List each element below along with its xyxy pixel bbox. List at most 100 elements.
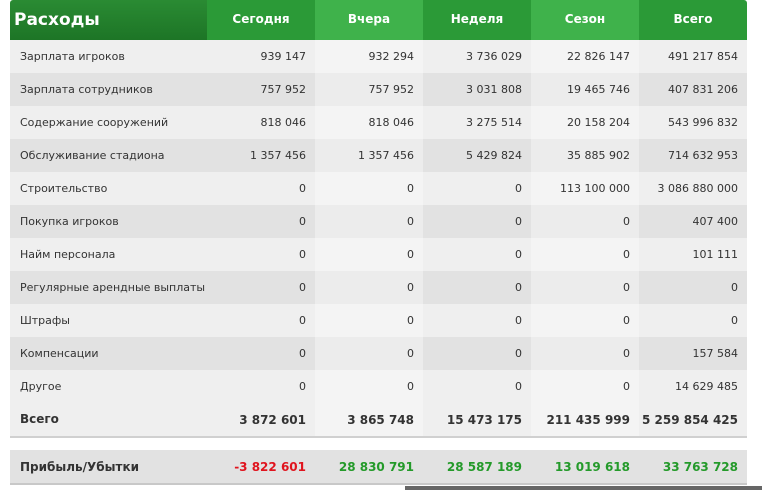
table-cell: 0 — [515, 182, 522, 195]
total-cell: 3 872 601 — [239, 412, 306, 427]
row-label: Регулярные арендные выплаты — [20, 281, 206, 294]
profit-loss-cell: 28 587 189 — [446, 459, 522, 474]
table-cell: 0 — [531, 271, 639, 304]
table-cell: 3 275 514 — [466, 116, 522, 129]
table-row: Компенсации 0 0 0 0 157 584 — [10, 337, 747, 370]
table-cell: 0 — [299, 215, 306, 228]
column-header-yesterday: Вчера — [315, 0, 423, 40]
table-row: Найм персонала 0 0 0 0 101 111 — [10, 238, 747, 271]
table-cell: 0 — [731, 281, 738, 294]
table-cell: 0 — [515, 380, 522, 393]
table-cell: 0 — [531, 370, 639, 403]
table-cell: 3 736 029 — [466, 50, 522, 63]
table-cell: 0 — [531, 205, 639, 238]
table-cell: 1 357 456 — [315, 139, 423, 172]
table-cell: 407 831 206 — [668, 83, 738, 96]
row-label: Содержание сооружений — [20, 116, 169, 129]
table-cell: 19 465 746 — [531, 73, 639, 106]
column-header-today: Сегодня — [207, 0, 315, 40]
total-cell: 5 259 854 425 — [641, 412, 738, 427]
table-cell: 0 — [531, 238, 639, 271]
table-title: Расходы — [10, 0, 207, 40]
column-header-season: Сезон — [531, 0, 639, 40]
total-row-label: Всего — [20, 412, 59, 426]
table-cell: 5 429 824 — [466, 149, 522, 162]
table-cell: 818 046 — [315, 106, 423, 139]
table-cell: 0 — [315, 238, 423, 271]
table-cell: 0 — [315, 370, 423, 403]
row-label: Другое — [20, 380, 62, 393]
table-cell: 3 031 808 — [466, 83, 522, 96]
table-row: Покупка игроков 0 0 0 0 407 400 — [10, 205, 747, 238]
row-label: Компенсации — [20, 347, 99, 360]
table-cell: 818 046 — [260, 116, 307, 129]
table-row: Другое 0 0 0 0 14 629 485 — [10, 370, 747, 403]
table-cell: 0 — [515, 347, 522, 360]
table-cell: 0 — [315, 337, 423, 370]
table-cell: 939 147 — [260, 50, 307, 63]
table-cell: 714 632 953 — [668, 149, 738, 162]
table-cell: 0 — [299, 347, 306, 360]
table-cell: 35 885 902 — [531, 139, 639, 172]
table-cell: 0 — [315, 205, 423, 238]
table-cell: 0 — [515, 281, 522, 294]
table-cell: 0 — [531, 337, 639, 370]
table-cell: 0 — [731, 314, 738, 327]
table-cell: 543 996 832 — [668, 116, 738, 129]
profit-loss-cell: 28 830 791 — [338, 459, 414, 474]
table-cell: 1 357 456 — [250, 149, 306, 162]
table-cell: 757 952 — [315, 73, 423, 106]
bottom-divider — [405, 486, 762, 490]
row-label: Покупка игроков — [20, 215, 119, 228]
table-cell: 932 294 — [315, 40, 423, 73]
row-label: Найм персонала — [20, 248, 116, 261]
expenses-table: Расходы Сегодня Вчера Неделя Сезон Всего… — [10, 0, 747, 485]
table-body: Зарплата игроков 939 147 932 294 3 736 029 2… — [10, 40, 747, 403]
profit-loss-cell: -3 822 601 — [234, 459, 306, 474]
table-cell: 113 100 000 — [531, 172, 639, 205]
table-row: Регулярные арендные выплаты 0 0 0 0 0 — [10, 271, 747, 304]
table-cell: 0 — [315, 304, 423, 337]
table-header: Расходы Сегодня Вчера Неделя Сезон Всего — [10, 0, 747, 40]
total-cell: 211 435 999 — [531, 403, 639, 436]
table-cell: 3 086 880 000 — [657, 182, 738, 195]
table-cell: 157 584 — [692, 347, 739, 360]
table-cell: 0 — [531, 304, 639, 337]
table-cell: 0 — [515, 248, 522, 261]
table-cell: 20 158 204 — [531, 106, 639, 139]
total-row: Всего 3 872 601 3 865 748 15 473 175 211… — [10, 403, 747, 438]
table-row: Зарплата игроков 939 147 932 294 3 736 029 2… — [10, 40, 747, 73]
table-cell: 0 — [299, 182, 306, 195]
table-cell: 757 952 — [260, 83, 307, 96]
table-cell: 0 — [299, 314, 306, 327]
total-cell: 3 865 748 — [315, 403, 423, 436]
column-header-total: Всего — [639, 0, 747, 40]
row-label: Зарплата игроков — [20, 50, 125, 63]
table-row: Обслуживание стадиона 1 357 456 1 357 456 5… — [10, 139, 747, 172]
table-cell: 0 — [315, 271, 423, 304]
total-cell: 15 473 175 — [446, 412, 522, 427]
table-cell: 407 400 — [692, 215, 739, 228]
row-label: Штрафы — [20, 314, 70, 327]
column-header-week: Неделя — [423, 0, 531, 40]
profit-loss-row: Прибыль/Убытки -3 822 601 28 830 791 28 … — [10, 450, 747, 485]
table-row: Строительство 0 0 0 113 100 000 3 086 880 000 — [10, 172, 747, 205]
table-cell: 491 217 854 — [668, 50, 738, 63]
table-cell: 0 — [515, 314, 522, 327]
table-cell: 101 111 — [692, 248, 739, 261]
table-cell: 0 — [315, 172, 423, 205]
table-cell: 0 — [299, 248, 306, 261]
row-label: Зарплата сотрудников — [20, 83, 153, 96]
profit-loss-cell: 13 019 618 — [554, 459, 630, 474]
table-row: Зарплата сотрудников 757 952 757 952 3 031 … — [10, 73, 747, 106]
row-label: Строительство — [20, 182, 108, 195]
row-label: Обслуживание стадиона — [20, 149, 165, 162]
table-cell: 0 — [515, 215, 522, 228]
table-cell: 0 — [299, 380, 306, 393]
table-row: Штрафы 0 0 0 0 0 — [10, 304, 747, 337]
table-cell: 14 629 485 — [675, 380, 738, 393]
table-cell: 0 — [299, 281, 306, 294]
table-row: Содержание сооружений 818 046 818 046 3 275… — [10, 106, 747, 139]
profit-loss-cell: 33 763 728 — [662, 459, 738, 474]
table-cell: 22 826 147 — [531, 40, 639, 73]
